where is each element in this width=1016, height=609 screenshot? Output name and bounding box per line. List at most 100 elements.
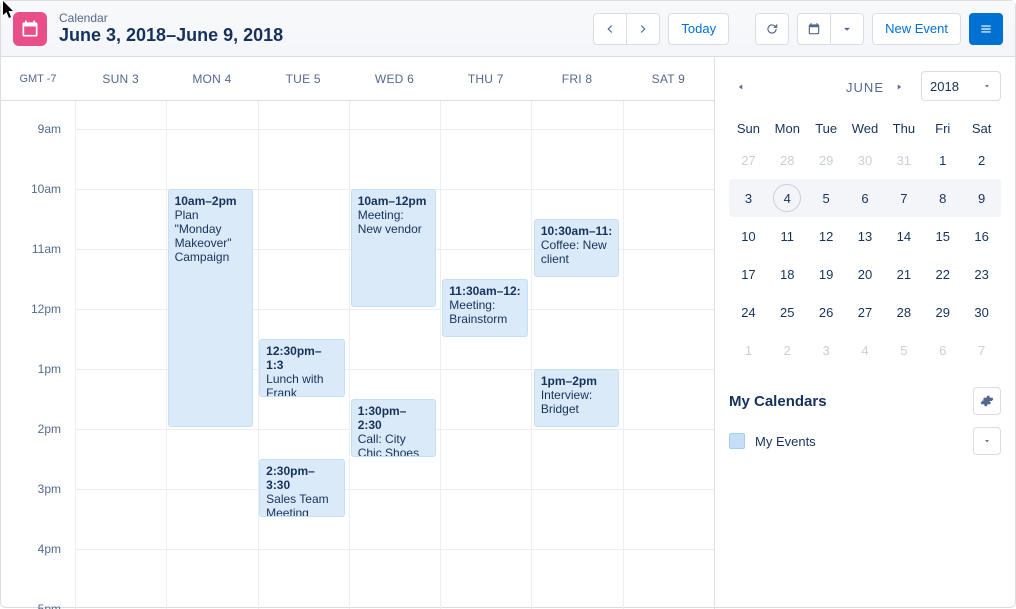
view-switch-button[interactable] — [797, 13, 831, 45]
mini-day[interactable]: 16 — [962, 229, 1001, 244]
mini-day[interactable]: 18 — [768, 267, 807, 282]
next-month-button[interactable] — [887, 75, 911, 99]
mini-day[interactable]: 4 — [846, 343, 885, 358]
calendar-app-icon — [13, 12, 47, 46]
mini-day[interactable]: 17 — [729, 267, 768, 282]
day-header-cell[interactable]: THU 7 — [440, 57, 531, 100]
app-name: Calendar — [59, 11, 593, 25]
calendars-settings-button[interactable] — [973, 387, 1001, 415]
mini-day[interactable]: 5 — [884, 343, 923, 358]
mini-day[interactable]: 21 — [884, 267, 923, 282]
mini-calendar-header: JUNE 2018 — [729, 69, 1001, 105]
event-title: Meeting: New vendor — [358, 208, 422, 236]
mini-day[interactable]: 7 — [884, 191, 923, 206]
mini-day[interactable]: 1 — [923, 153, 962, 168]
mini-day[interactable]: 7 — [962, 343, 1001, 358]
mini-day[interactable]: 6 — [923, 343, 962, 358]
mini-day[interactable]: 29 — [923, 305, 962, 320]
year-select[interactable]: 2018 — [921, 71, 1001, 101]
hour-label: 12pm — [31, 302, 61, 316]
calendar-menu-button[interactable] — [973, 427, 1001, 455]
mini-dow: Wed — [846, 121, 885, 136]
mini-day[interactable]: 11 — [768, 229, 807, 244]
mini-day[interactable]: 24 — [729, 305, 768, 320]
mini-day[interactable]: 20 — [846, 267, 885, 282]
mini-day[interactable]: 23 — [962, 267, 1001, 282]
prev-month-button[interactable] — [729, 75, 753, 99]
event-time: 2:30pm–3:30 — [266, 464, 338, 492]
day-header-cell[interactable]: FRI 8 — [531, 57, 622, 100]
mini-day[interactable]: 2 — [768, 343, 807, 358]
mini-day[interactable]: 3 — [729, 191, 768, 206]
mini-day[interactable]: 31 — [884, 153, 923, 168]
mini-dow: Fri — [923, 121, 962, 136]
mini-day[interactable]: 30 — [962, 305, 1001, 320]
day-header-cell[interactable]: SUN 3 — [75, 57, 166, 100]
mini-day[interactable]: 13 — [846, 229, 885, 244]
event-time: 12:30pm–1:3 — [266, 344, 338, 372]
hour-label: 3pm — [38, 482, 61, 496]
caret-down-icon — [982, 436, 992, 446]
calendar-event[interactable]: 12:30pm–1:3Lunch with Frank — [259, 339, 345, 397]
event-time: 1pm–2pm — [541, 374, 613, 388]
mini-day[interactable]: 9 — [962, 191, 1001, 206]
mini-day[interactable]: 29 — [807, 153, 846, 168]
today-button[interactable]: Today — [668, 13, 729, 45]
mini-day[interactable]: 3 — [807, 343, 846, 358]
prev-week-button[interactable] — [593, 13, 627, 45]
mini-day[interactable]: 30 — [846, 153, 885, 168]
mini-day[interactable]: 28 — [884, 305, 923, 320]
mini-calendar: SunMonTueWedThuFriSat2728293031123456789… — [729, 115, 1001, 369]
calendar-event[interactable]: 1:30pm–2:30Call: City Chic Shoes — [351, 399, 437, 457]
calendar-event[interactable]: 10:30am–11:Coffee: New client — [534, 219, 620, 277]
sidebar-toggle-button[interactable] — [969, 13, 1003, 45]
day-header-cell[interactable]: SAT 9 — [623, 57, 714, 100]
mini-day[interactable]: 27 — [846, 305, 885, 320]
calendar-event[interactable]: 10am–2pmPlan "Monday Makeover" Campaign — [168, 189, 254, 427]
mini-day[interactable]: 1 — [729, 343, 768, 358]
mini-day[interactable]: 28 — [768, 153, 807, 168]
hour-label: 11am — [32, 242, 61, 256]
calendar-color-swatch[interactable] — [729, 433, 745, 449]
refresh-icon — [765, 22, 779, 36]
refresh-button[interactable] — [755, 13, 789, 45]
date-range: June 3, 2018–June 9, 2018 — [59, 25, 593, 46]
calendar-event[interactable]: 1pm–2pmInterview: Bridget — [534, 369, 620, 427]
timezone-label: GMT -7 — [1, 57, 75, 100]
time-grid-scroll[interactable]: 8am9am10am11am12pm1pm2pm3pm4pm5pm 10am–2… — [1, 101, 714, 609]
mini-day[interactable]: 15 — [923, 229, 962, 244]
day-header-row: GMT -7 SUN 3MON 4TUE 5WED 6THU 7FRI 8SAT… — [1, 57, 714, 101]
new-event-button[interactable]: New Event — [872, 13, 961, 45]
day-header-cell[interactable]: TUE 5 — [258, 57, 349, 100]
mini-day[interactable]: 6 — [846, 191, 885, 206]
mini-day[interactable]: 22 — [923, 267, 962, 282]
mini-day[interactable]: 25 — [768, 305, 807, 320]
caret-down-icon — [840, 22, 854, 36]
sidebar: JUNE 2018 SunMonTueWedThuFriSat272829303… — [715, 57, 1015, 609]
mini-day[interactable]: 19 — [807, 267, 846, 282]
view-switch-dropdown[interactable] — [830, 13, 864, 45]
day-header-cell[interactable]: WED 6 — [349, 57, 440, 100]
event-time: 10:30am–11: — [541, 224, 613, 238]
mini-day[interactable]: 2 — [962, 153, 1001, 168]
day-header-cell[interactable]: MON 4 — [166, 57, 257, 100]
event-title: Call: City Chic Shoes — [358, 432, 419, 457]
hour-label: 9am — [38, 122, 61, 136]
mini-day[interactable]: 12 — [807, 229, 846, 244]
calendar-event[interactable]: 10am–12pmMeeting: New vendor — [351, 189, 437, 307]
mini-day[interactable]: 10 — [729, 229, 768, 244]
event-title: Interview: Bridget — [541, 388, 592, 416]
calendar-event[interactable]: 11:30am–12:Meeting: Brainstorm — [442, 279, 528, 337]
my-calendars-header: My Calendars — [729, 387, 1001, 415]
month-label: JUNE — [846, 80, 884, 95]
mini-day[interactable]: 4 — [768, 184, 807, 212]
week-view: GMT -7 SUN 3MON 4TUE 5WED 6THU 7FRI 8SAT… — [1, 57, 715, 609]
mini-day[interactable]: 27 — [729, 153, 768, 168]
mini-day[interactable]: 8 — [923, 191, 962, 206]
mini-dow: Thu — [884, 121, 923, 136]
mini-day[interactable]: 14 — [884, 229, 923, 244]
mini-day[interactable]: 5 — [807, 191, 846, 206]
mini-day[interactable]: 26 — [807, 305, 846, 320]
next-week-button[interactable] — [626, 13, 660, 45]
calendar-event[interactable]: 2:30pm–3:30Sales Team Meeting — [259, 459, 345, 517]
